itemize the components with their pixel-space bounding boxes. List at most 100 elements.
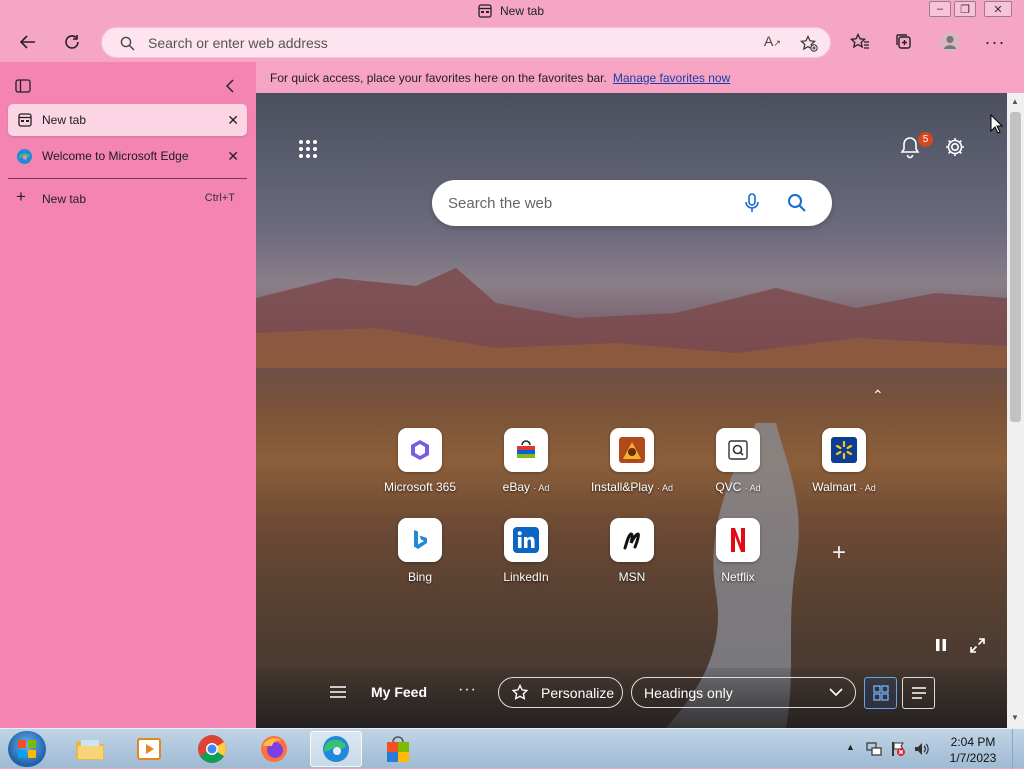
quick-link-qvc[interactable]: QVC · Ad: [690, 428, 786, 498]
plus-icon: +: [16, 187, 26, 206]
add-quick-link-button[interactable]: +: [832, 541, 846, 565]
quick-link-label: Netflix: [721, 570, 755, 584]
close-tab-icon[interactable]: ✕: [227, 148, 239, 165]
feed-menu-button[interactable]: [329, 685, 347, 699]
quick-link-install-and-play[interactable]: Install&Play · Ad: [584, 428, 680, 498]
grid-view-icon: [872, 685, 889, 701]
action-center-alert-icon[interactable]: [890, 741, 906, 757]
personalize-button[interactable]: Personalize: [498, 677, 623, 708]
collapse-pane-icon[interactable]: [225, 79, 235, 93]
collections-button[interactable]: [889, 28, 919, 56]
sidebar-tab-new-tab[interactable]: New tab ✕: [8, 104, 247, 136]
tab-page-icon: [478, 4, 492, 18]
taskbar-firefox[interactable]: [248, 731, 300, 767]
apps-launcher-button[interactable]: [298, 139, 318, 159]
page-settings-button[interactable]: [944, 136, 966, 158]
show-desktop-button[interactable]: [1012, 729, 1024, 769]
back-button[interactable]: [13, 28, 43, 56]
start-button[interactable]: [8, 731, 46, 767]
notifications-button[interactable]: 5: [899, 132, 933, 161]
ebay-icon: [504, 428, 548, 472]
firefox-icon: [261, 736, 287, 762]
folder-icon: [76, 740, 104, 760]
feed-title[interactable]: My Feed: [371, 684, 427, 700]
read-aloud-button[interactable]: A↗: [764, 33, 781, 49]
taskbar-file-explorer[interactable]: [64, 731, 116, 767]
quick-link-microsoft-365[interactable]: Microsoft 365: [372, 428, 468, 498]
pause-background-button[interactable]: [934, 638, 950, 654]
quick-link-linkedin[interactable]: LinkedIn: [478, 518, 574, 588]
back-arrow-icon: [19, 35, 35, 49]
list-view-button[interactable]: [902, 677, 935, 709]
grid-view-button[interactable]: [864, 677, 897, 709]
quick-link-label: LinkedIn: [503, 570, 549, 584]
tab-actions-icon[interactable]: [15, 79, 31, 93]
close-tab-icon[interactable]: ✕: [227, 112, 239, 129]
refresh-icon: [65, 35, 79, 49]
linkedin-icon: [504, 518, 548, 562]
edge-logo-icon: [17, 148, 32, 164]
expand-background-button[interactable]: [970, 638, 986, 654]
profile-button[interactable]: [935, 28, 965, 56]
refresh-button[interactable]: [57, 28, 87, 56]
qvc-icon: [716, 428, 760, 472]
quick-link-ebay[interactable]: eBay · Ad: [478, 428, 574, 498]
system-clock[interactable]: 2:04 PM 1/7/2023: [942, 734, 1004, 766]
store-bag-icon: [387, 736, 409, 762]
favorites-bar: For quick access, place your favorites h…: [256, 62, 1024, 93]
manage-favorites-link[interactable]: Manage favorites now: [613, 71, 730, 85]
msn-icon: [610, 518, 654, 562]
address-input[interactable]: [148, 34, 708, 52]
new-tab-shortcut: Ctrl+T: [204, 192, 235, 204]
web-search-box[interactable]: [432, 180, 832, 226]
collapse-quick-links-icon[interactable]: ⌃: [872, 387, 884, 404]
sidebar-tab-welcome[interactable]: Welcome to Microsoft Edge ✕: [8, 140, 247, 172]
scroll-thumb[interactable]: [1010, 112, 1021, 422]
ad-badge: · Ad: [533, 483, 550, 493]
minimize-button[interactable]: –: [929, 1, 951, 17]
taskbar-edge[interactable]: [310, 731, 362, 767]
restore-button[interactable]: ❐: [954, 1, 976, 17]
microsoft-365-icon: [398, 428, 442, 472]
quick-link-label: Bing: [407, 570, 433, 584]
feed-more-options[interactable]: ···: [458, 681, 477, 699]
settings-more-button[interactable]: ···: [980, 28, 1010, 56]
scroll-up-arrow[interactable]: ▲: [1011, 97, 1019, 106]
favorites-button[interactable]: [845, 28, 875, 56]
notification-badge: 5: [918, 132, 933, 147]
quick-link-bing[interactable]: Bing: [372, 518, 468, 588]
feed-layout-select[interactable]: Headings only: [631, 677, 856, 708]
quick-link-netflix[interactable]: Netflix: [690, 518, 786, 588]
sparkle-star-icon: [511, 683, 529, 700]
list-view-icon: [911, 687, 926, 699]
show-hidden-icons-button[interactable]: ▲: [846, 742, 855, 752]
hamburger-icon: [330, 686, 346, 698]
page-scrollbar[interactable]: ▲ ▼: [1007, 93, 1024, 728]
network-icon[interactable]: [866, 741, 882, 757]
taskbar-chrome[interactable]: [186, 731, 238, 767]
chevron-down-icon: [829, 688, 843, 697]
quick-link-walmart[interactable]: Walmart · Ad: [796, 428, 892, 498]
microphone-icon[interactable]: [744, 193, 760, 213]
web-search-input[interactable]: [448, 192, 728, 214]
ad-badge: · Ad: [657, 483, 674, 493]
chrome-icon: [198, 735, 226, 763]
taskbar-media-player[interactable]: [124, 731, 176, 767]
quick-link-label: Walmart: [812, 480, 857, 494]
new-tab-label: New tab: [42, 192, 87, 206]
expand-icon: [970, 638, 985, 653]
new-tab-button[interactable]: + New tab Ctrl+T: [8, 185, 247, 211]
search-submit-icon[interactable]: [787, 193, 806, 212]
taskbar-store[interactable]: [372, 731, 424, 767]
favorites-icon: [850, 33, 869, 49]
walmart-icon: [822, 428, 866, 472]
search-icon: [120, 36, 135, 51]
scroll-down-arrow[interactable]: ▼: [1011, 713, 1019, 722]
volume-icon[interactable]: [914, 741, 930, 757]
address-bar[interactable]: A↗: [101, 27, 831, 58]
quick-link-msn[interactable]: MSN: [584, 518, 680, 588]
vertical-tabs-panel: New tab ✕ Welcome to Microsoft Edge ✕ + …: [0, 62, 256, 728]
feed-bar: My Feed ··· Personalize Headings only: [256, 668, 1007, 728]
close-window-button[interactable]: ✕: [984, 1, 1012, 17]
add-favorite-icon[interactable]: [800, 35, 818, 53]
